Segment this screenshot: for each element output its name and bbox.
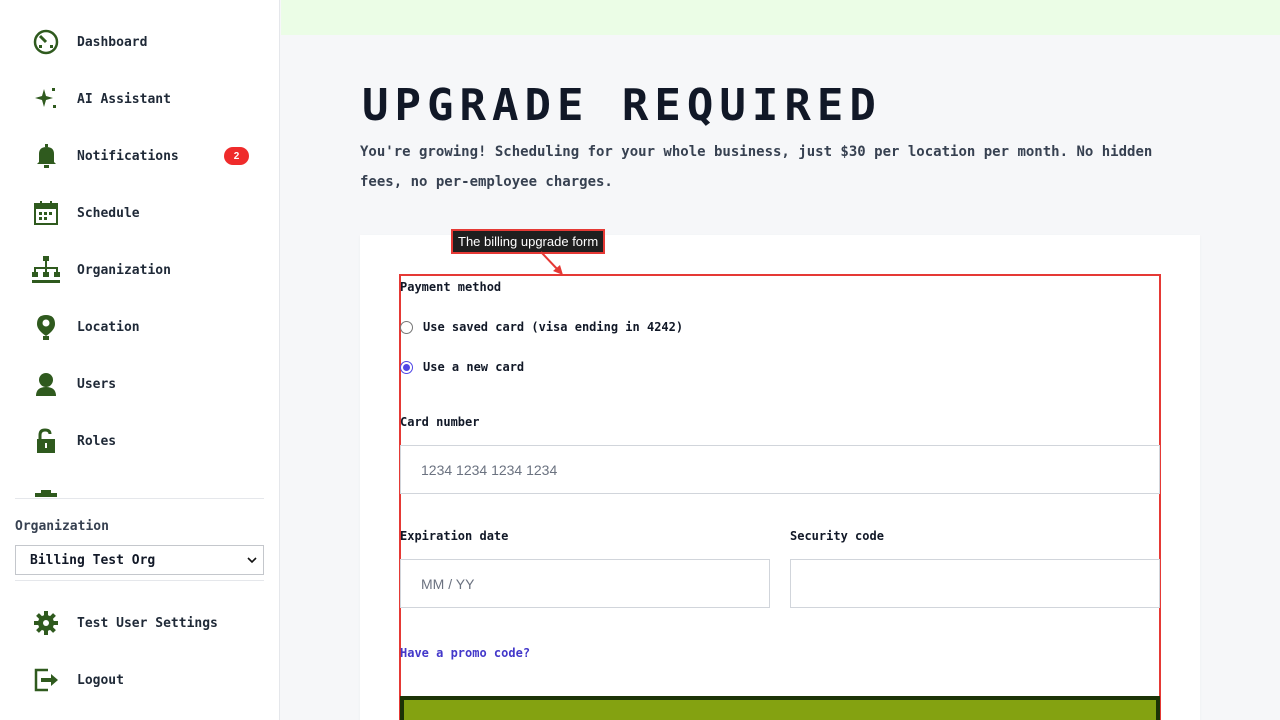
gear-icon [30, 607, 62, 639]
sidebar-item-users[interactable]: Users [30, 364, 255, 404]
notification-count-badge: 2 [224, 147, 249, 165]
top-banner [281, 0, 1280, 35]
sidebar-item-location[interactable]: Location [30, 307, 255, 347]
sidebar-item-organization[interactable]: Organization [30, 250, 255, 290]
logout-icon [30, 664, 62, 696]
card-number-input[interactable]: 1234 1234 1234 1234 [400, 445, 1160, 494]
sidebar-item-logout[interactable]: Logout [30, 660, 255, 700]
sidebar: Dashboard AI Assistant Notifications 2 S… [0, 0, 280, 720]
card-number-placeholder: 1234 1234 1234 1234 [421, 461, 558, 478]
sidebar-item-ai-assistant[interactable]: AI Assistant [30, 79, 255, 119]
sidebar-item-partial [30, 478, 255, 497]
sidebar-item-label: AI Assistant [77, 91, 171, 107]
annotation-label: The billing upgrade form [451, 229, 606, 254]
org-chart-icon [30, 254, 62, 286]
chevron-down-icon [247, 553, 257, 568]
sidebar-divider [15, 580, 264, 581]
sidebar-nav: Dashboard AI Assistant Notifications 2 S… [0, 0, 279, 497]
new-card-label: Use a new card [423, 360, 525, 374]
sidebar-item-label: Organization [77, 262, 171, 278]
sidebar-item-dashboard[interactable]: Dashboard [30, 22, 255, 62]
unlock-icon [30, 425, 62, 457]
card-number-label: Card number [400, 415, 480, 429]
sidebar-item-label: Roles [77, 433, 117, 449]
dashboard-icon [30, 26, 62, 58]
sidebar-item-label: Location [77, 319, 140, 335]
sidebar-item-settings[interactable]: Test User Settings [30, 603, 255, 643]
payment-method-label: Payment method [400, 280, 502, 294]
new-card-radio[interactable] [400, 360, 413, 374]
saved-card-radio[interactable] [400, 320, 413, 334]
org-select-value: Billing Test Org [30, 552, 156, 568]
calendar-icon [30, 197, 62, 229]
expiration-label: Expiration date [400, 529, 509, 543]
saved-card-label: Use saved card (visa ending in 4242) [423, 320, 684, 334]
new-card-option[interactable]: Use a new card [400, 360, 524, 374]
sparkle-icon [30, 83, 62, 115]
page-title: UPGRADE REQUIRED [362, 80, 882, 131]
sidebar-divider [15, 498, 264, 499]
expiration-input[interactable]: MM / YY [400, 559, 770, 608]
org-select[interactable]: Billing Test Org [15, 545, 264, 575]
submit-upgrade-button[interactable] [400, 696, 1160, 720]
sidebar-item-notifications[interactable]: Notifications 2 [30, 136, 255, 176]
sidebar-item-label: Dashboard [77, 34, 148, 50]
sidebar-item-schedule[interactable]: Schedule [30, 193, 255, 233]
bell-icon [30, 140, 62, 172]
org-select-label: Organization [15, 519, 109, 534]
security-code-input[interactable] [790, 559, 1160, 608]
security-code-label: Security code [790, 529, 884, 543]
annotation-arrow-icon [540, 251, 563, 275]
expiration-placeholder: MM / YY [421, 575, 475, 592]
sidebar-item-label: Users [77, 376, 117, 392]
user-icon [30, 368, 62, 400]
sidebar-item-label: Test User Settings [77, 615, 218, 631]
promo-code-link[interactable]: Have a promo code? [400, 646, 530, 660]
sidebar-item-label: Schedule [77, 205, 140, 221]
sidebar-item-roles[interactable]: Roles [30, 421, 255, 461]
saved-card-option[interactable]: Use saved card (visa ending in 4242) [400, 320, 683, 334]
page-subtitle: You're growing! Scheduling for your whol… [360, 144, 1153, 190]
location-pin-icon [30, 311, 62, 343]
briefcase-icon [30, 482, 62, 497]
sidebar-item-label: Notifications [77, 148, 179, 164]
sidebar-item-label: Logout [77, 672, 124, 688]
